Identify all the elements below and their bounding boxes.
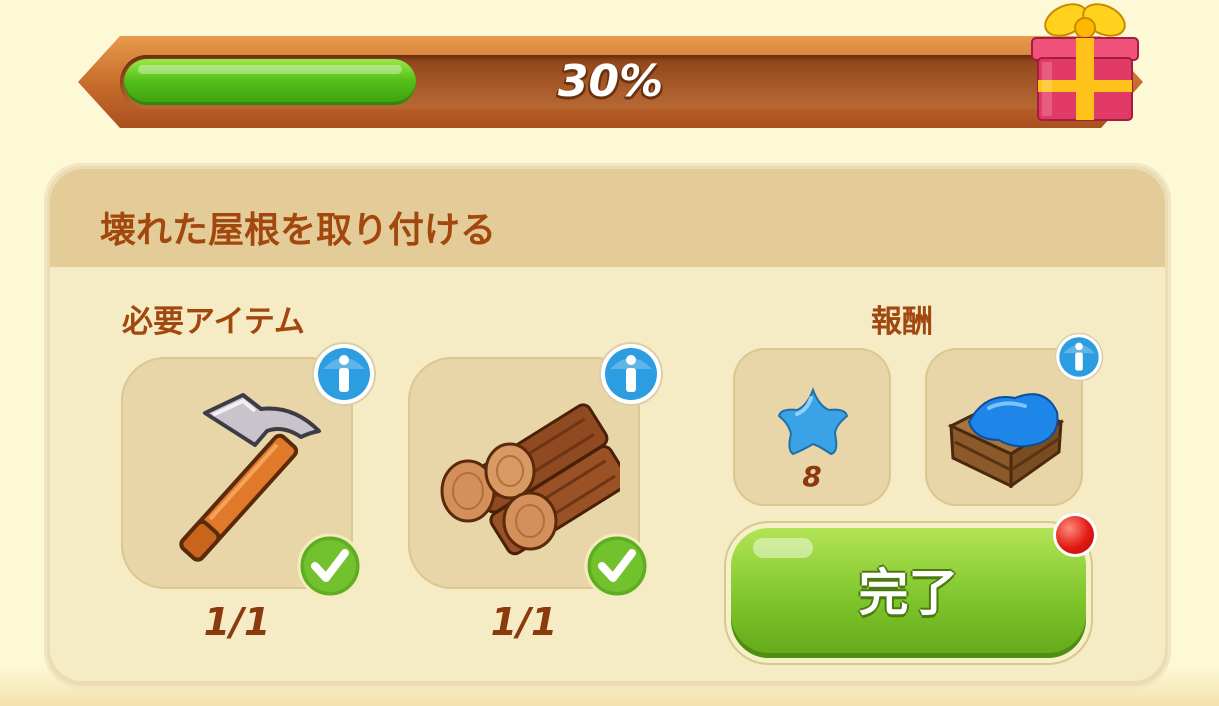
check-icon <box>584 533 650 599</box>
complete-button-label: 完了 <box>858 564 959 622</box>
required-item-count: 1/1 <box>203 600 271 644</box>
info-icon[interactable] <box>1054 332 1104 382</box>
progress-percent: 30% <box>557 56 664 107</box>
required-items-label: 必要アイテム <box>122 304 305 340</box>
reward-item-star[interactable]: 8 <box>733 348 891 506</box>
notification-badge <box>1056 516 1094 554</box>
panel-header: 壊れた屋根を取り付ける <box>50 169 1165 267</box>
quest-title: 壊れた屋根を取り付ける <box>100 210 497 251</box>
reward-count: 8 <box>802 460 822 493</box>
required-item-logs[interactable] <box>408 342 663 599</box>
required-item-count: 1/1 <box>490 600 558 644</box>
info-icon[interactable] <box>311 341 377 407</box>
complete-button[interactable]: 完了 <box>731 528 1086 658</box>
reward-label: 報酬 <box>871 304 933 340</box>
progress-bar: 30% <box>78 3 1143 128</box>
required-item-hammer[interactable] <box>121 342 376 599</box>
check-icon <box>297 533 363 599</box>
crate-cloth-icon <box>947 393 1065 488</box>
reward-item-crate[interactable] <box>925 332 1104 506</box>
gift-box-icon[interactable] <box>1024 0 1146 126</box>
blue-star-icon <box>777 387 849 456</box>
info-icon[interactable] <box>598 341 664 407</box>
